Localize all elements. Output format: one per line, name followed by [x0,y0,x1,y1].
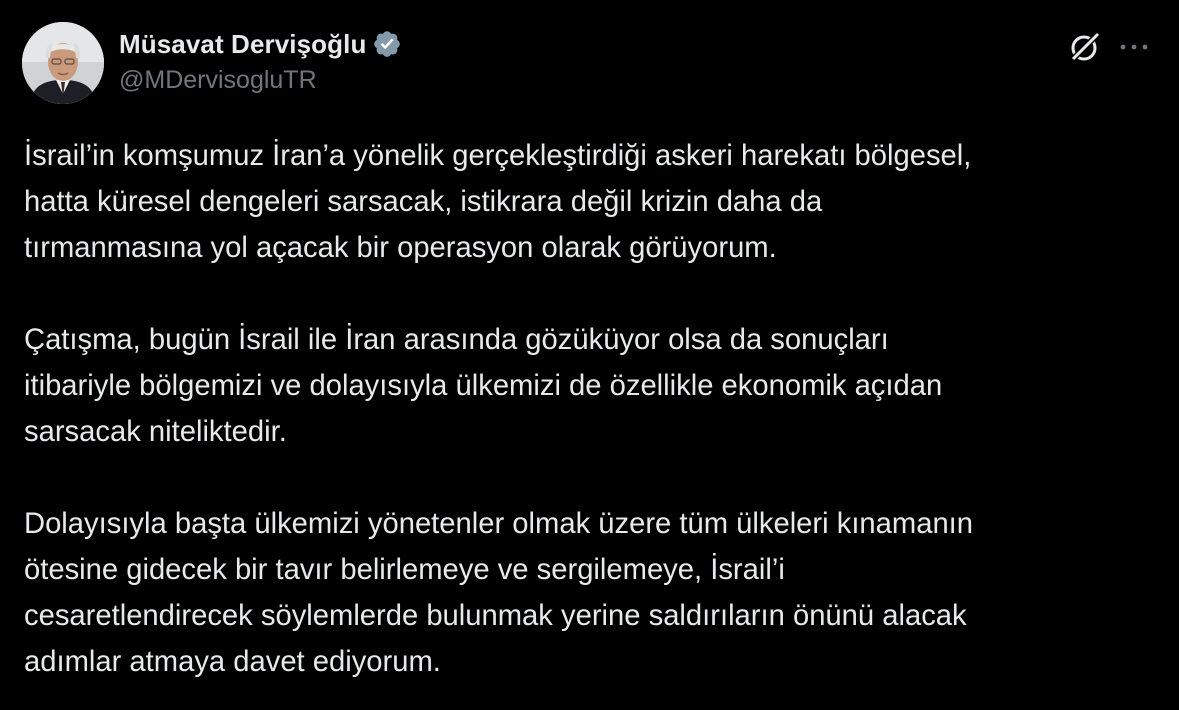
more-button[interactable] [1114,28,1154,66]
handle[interactable]: @MDervisogluTR [119,66,402,95]
tweet: Müsavat Dervişoğlu @MDervisogluTR İsrail… [0,0,1179,710]
tweet-paragraph: Çatışma, bugün İsrail ile İran arasında … [24,317,1164,455]
tweet-paragraph: Dolayısıyla başta ülkemizi yönetenler ol… [24,501,1164,685]
verified-badge-icon [372,29,402,59]
text-line: ötesine gidecek bir tavır belirlemeye ve… [24,554,785,586]
more-horizontal-icon [1120,44,1148,50]
text-line: adımlar atmaya davet ediyorum. [24,646,441,678]
grok-icon [1071,31,1101,61]
author-block: Müsavat Dervişoğlu @MDervisogluTR [119,26,402,95]
text-line: tırmanmasına yol açacak bir operasyon ol… [24,232,777,264]
tweet-paragraph: İsrail’in komşumuz İran’a yönelik gerçek… [24,133,1164,271]
text-line: cesaretlendirecek söylemlerde bulunmak y… [24,600,967,632]
grok-button[interactable] [1066,28,1104,66]
text-line: İsrail’in komşumuz İran’a yönelik gerçek… [24,140,972,172]
text-line: hatta küresel dengeleri sarsacak, istikr… [24,186,823,218]
text-line: itibariyle bölgemizi ve dolayısıyla ülke… [24,370,943,402]
display-name[interactable]: Müsavat Dervişoğlu [119,29,366,60]
avatar[interactable] [22,22,104,104]
text-line: Dolayısıyla başta ülkemizi yönetenler ol… [24,508,974,540]
name-row: Müsavat Dervişoğlu [119,26,402,62]
text-line: Çatışma, bugün İsrail ile İran arasında … [24,324,889,356]
profile-photo-icon [22,22,104,104]
tweet-text: İsrail’in komşumuz İran’a yönelik gerçek… [24,133,1164,685]
text-line: sarsacak niteliktedir. [24,416,287,448]
